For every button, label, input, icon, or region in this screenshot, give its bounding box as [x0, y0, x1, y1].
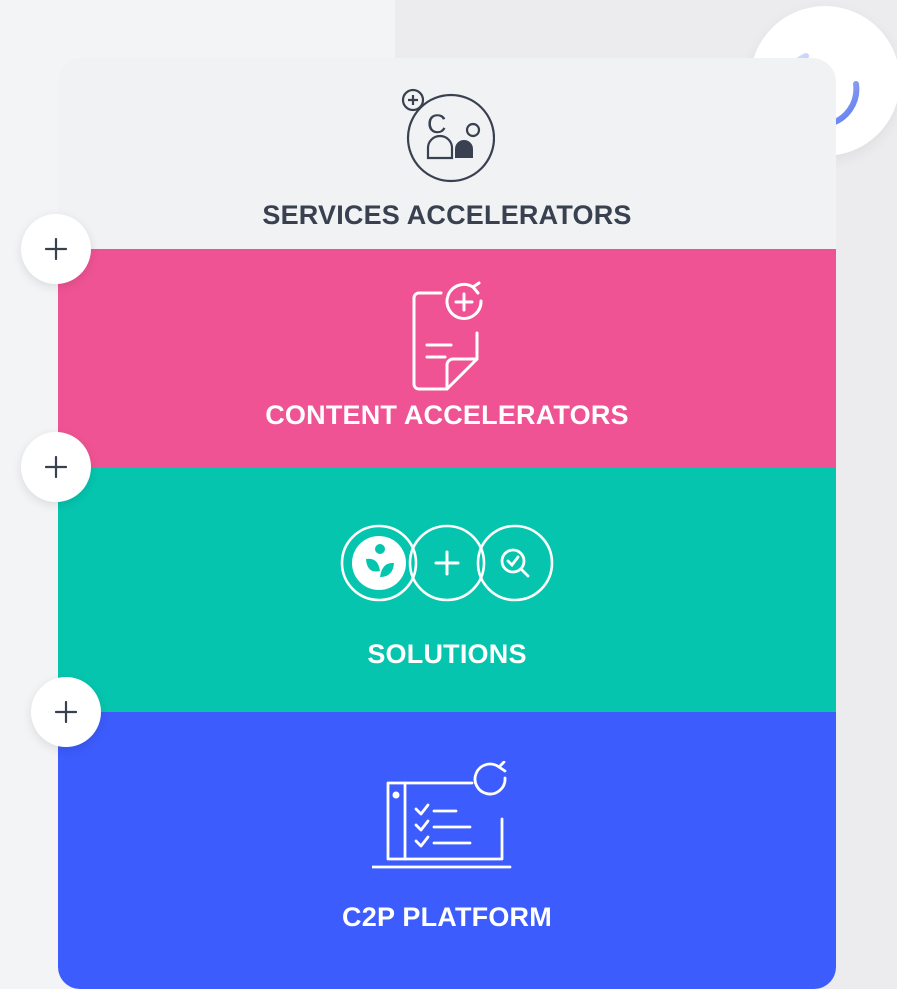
services-accelerators-label: SERVICES ACCELERATORS [262, 200, 632, 230]
svg-text:C: C [427, 109, 447, 139]
plus-icon [55, 701, 77, 723]
expand-solutions-button[interactable] [31, 677, 101, 747]
people-plus-icon: C [401, 88, 495, 183]
c2p-platform-label: C2P PLATFORM [342, 902, 552, 932]
document-refresh-icon [412, 281, 483, 391]
c2p-platform-layer[interactable]: C2P PLATFORM [58, 712, 836, 989]
plus-icon [45, 238, 67, 260]
checklist-refresh-icon [372, 761, 512, 869]
services-accelerators-layer[interactable]: C SERVICES ACCELERATORS [58, 58, 836, 249]
accelerator-stack: C SERVICES ACCELERATORS CONTENT ACCELERA… [58, 58, 836, 989]
eco-plus-search-icon [340, 524, 554, 602]
expand-services-button[interactable] [21, 214, 91, 284]
expand-content-button[interactable] [21, 432, 91, 502]
solutions-label: SOLUTIONS [367, 639, 527, 669]
content-accelerators-layer[interactable]: CONTENT ACCELERATORS [58, 249, 836, 467]
content-accelerators-label: CONTENT ACCELERATORS [265, 400, 629, 430]
plus-icon [45, 456, 67, 478]
solutions-layer[interactable]: SOLUTIONS [58, 467, 836, 712]
